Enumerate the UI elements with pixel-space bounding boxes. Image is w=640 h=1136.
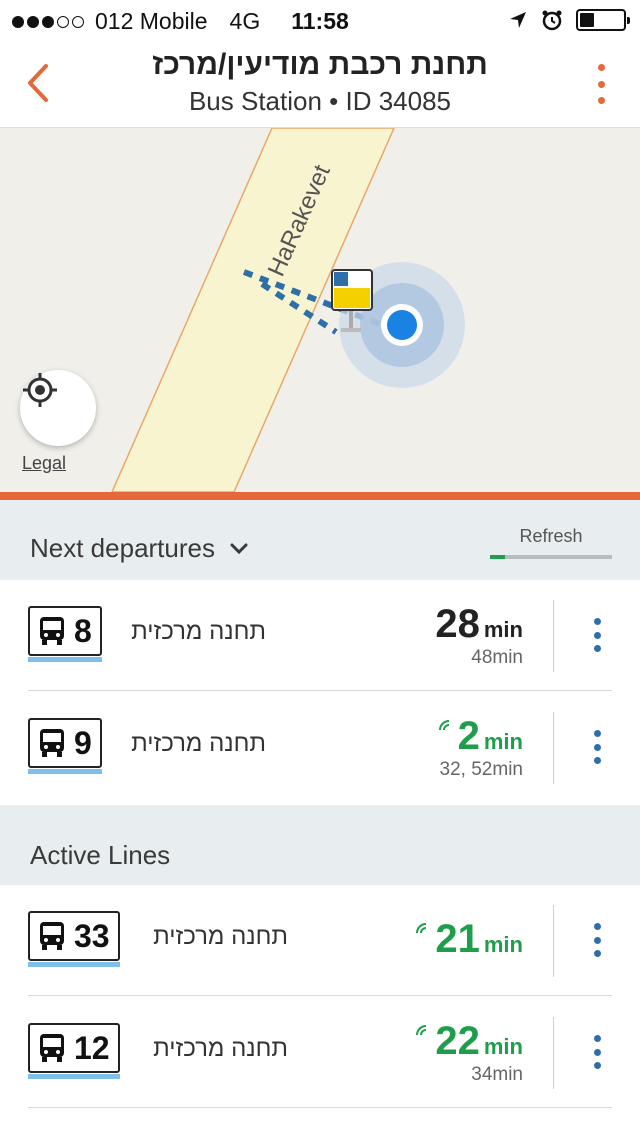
realtime-signal-icon xyxy=(416,1025,427,1036)
station-subtitle: Bus Station • ID 34085 xyxy=(188,86,452,116)
chevron-left-icon xyxy=(28,64,48,102)
later-departures: 48min xyxy=(471,647,523,668)
active-line-row[interactable]: 33 תחנה מרכזית 21 min xyxy=(0,885,640,996)
map-view[interactable]: HaRakevet Legal xyxy=(0,128,640,492)
active-lines-header: Active Lines xyxy=(0,805,640,885)
line-badge: 8 xyxy=(28,606,102,662)
bus-icon xyxy=(40,617,64,645)
row-separator xyxy=(553,712,554,784)
more-options-button[interactable] xyxy=(592,64,610,104)
location-arrow-icon xyxy=(510,12,526,28)
chevron-down-icon xyxy=(230,543,248,554)
line-number: 33 xyxy=(74,917,110,954)
signal-strength-icon xyxy=(12,15,87,28)
line-color-bar xyxy=(28,769,102,774)
next-departures-label: Next departures xyxy=(30,533,215,563)
status-right xyxy=(508,8,630,32)
eta-unit: min xyxy=(483,729,523,754)
bus-icon xyxy=(40,729,64,757)
status-bar: 012 Mobile 4G 11:58 xyxy=(0,0,640,40)
realtime-signal-icon xyxy=(438,720,449,731)
eta-unit: min xyxy=(483,1034,523,1059)
row-divider xyxy=(28,690,612,691)
line-badge: 9 xyxy=(28,718,102,774)
locate-me-button[interactable] xyxy=(20,370,96,446)
header-titles: תחנת רכבת מודיעין/מרכז Bus Station • ID … xyxy=(80,48,560,117)
active-line-row[interactable]: 12 תחנה מרכזית 22 min 34min xyxy=(0,997,640,1108)
status-left: 012 Mobile 4G xyxy=(12,8,260,35)
line-number: 12 xyxy=(74,1029,110,1066)
current-location-icon xyxy=(387,310,417,340)
destination: תחנה מרכזית xyxy=(153,923,288,950)
back-button[interactable] xyxy=(18,58,58,108)
eta-block: 22 min 34min xyxy=(415,1019,523,1086)
departure-row[interactable]: 8 תחנה מרכזית 28 min 48min xyxy=(0,580,640,691)
line-badge: 33 xyxy=(28,911,120,967)
alarm-icon xyxy=(542,10,562,31)
line-number: 9 xyxy=(74,724,92,761)
destination: תחנה מרכזית xyxy=(131,618,266,645)
row-separator xyxy=(553,1017,554,1089)
active-lines-label: Active Lines xyxy=(30,840,171,870)
later-departures: 34min xyxy=(471,1064,523,1085)
refresh-button[interactable]: Refresh xyxy=(490,526,612,559)
eta-unit: min xyxy=(483,932,523,957)
eta-block: 28 min 48min xyxy=(435,602,523,669)
line-number: 8 xyxy=(74,612,92,649)
more-vertical-icon xyxy=(592,923,602,957)
map-divider-bar xyxy=(0,492,640,500)
row-menu-button[interactable] xyxy=(592,923,602,957)
more-vertical-icon xyxy=(592,618,602,652)
eta-block: 2 min 32, 52min xyxy=(438,714,523,781)
eta-minutes: 21 xyxy=(435,917,480,961)
crosshair-icon xyxy=(23,373,57,407)
row-divider xyxy=(28,1107,612,1108)
network-type: 4G xyxy=(229,8,261,34)
eta-minutes: 22 xyxy=(435,1019,480,1063)
eta-block: 21 min xyxy=(415,917,523,962)
more-vertical-icon xyxy=(592,730,602,764)
row-separator xyxy=(553,600,554,672)
refresh-progress-track xyxy=(490,555,612,559)
carrier-name: 012 Mobile xyxy=(95,8,208,34)
refresh-progress-fill xyxy=(490,555,505,559)
row-menu-button[interactable] xyxy=(592,730,602,764)
eta-unit: min xyxy=(483,617,523,642)
line-color-bar xyxy=(28,657,102,662)
next-departures-header: Next departures Refresh xyxy=(0,500,640,580)
more-vertical-icon xyxy=(592,1035,602,1069)
line-color-bar xyxy=(28,962,120,967)
row-divider xyxy=(28,995,612,996)
line-badge: 12 xyxy=(28,1023,120,1079)
realtime-signal-icon xyxy=(416,923,427,934)
departure-row[interactable]: 9 תחנה מרכזית 2 min 32, 52min xyxy=(0,692,640,803)
map-canvas: HaRakevet xyxy=(111,128,465,492)
legal-link[interactable]: Legal xyxy=(22,453,66,474)
bus-icon xyxy=(40,922,64,950)
battery-icon xyxy=(576,9,630,31)
more-vertical-icon xyxy=(592,64,610,104)
later-departures: 32, 52min xyxy=(439,759,523,780)
row-separator xyxy=(553,905,554,977)
destination: תחנה מרכזית xyxy=(131,730,266,757)
row-menu-button[interactable] xyxy=(592,618,602,652)
refresh-label: Refresh xyxy=(519,526,583,546)
next-departures-toggle[interactable]: Next departures xyxy=(30,533,249,564)
eta-minutes: 28 xyxy=(435,602,480,646)
destination: תחנה מרכזית xyxy=(153,1035,288,1062)
eta-minutes: 2 xyxy=(457,714,480,758)
line-color-bar xyxy=(28,1074,120,1079)
station-title: תחנת רכבת מודיעין/מרכז xyxy=(152,48,488,81)
station-header: תחנת רכבת מודיעין/מרכז Bus Station • ID … xyxy=(0,40,640,128)
row-menu-button[interactable] xyxy=(592,1035,602,1069)
bus-icon xyxy=(40,1034,64,1062)
